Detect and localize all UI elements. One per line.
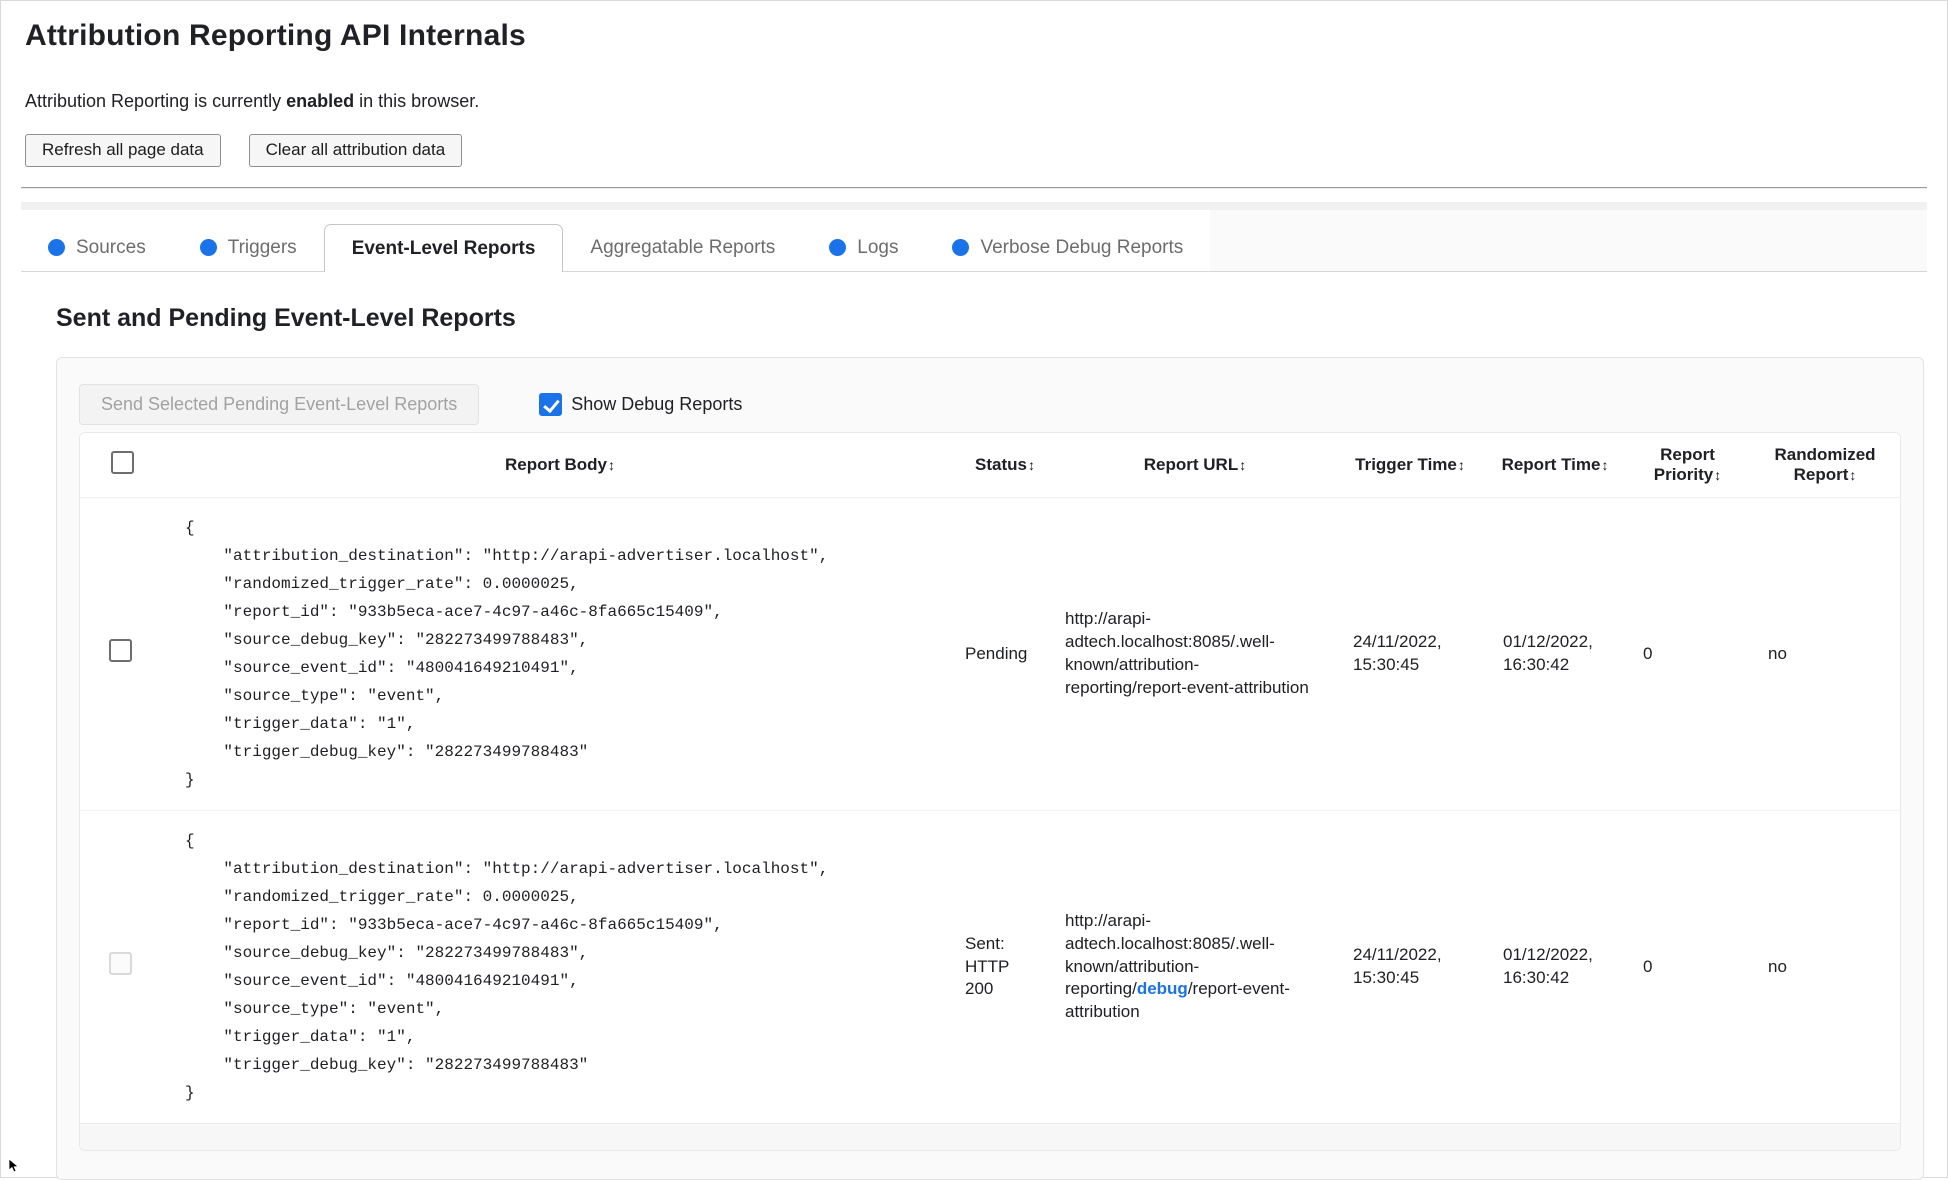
- divider: [21, 187, 1927, 189]
- sort-icon: ↕: [1027, 457, 1035, 473]
- column-header-report-body[interactable]: Report Body↕: [165, 433, 955, 498]
- tab-aggregatable-reports[interactable]: Aggregatable Reports: [563, 224, 802, 271]
- tab-strip-filler: [1210, 210, 1927, 271]
- reports-table: Report Body↕ Status↕ Report URL↕ Trigger…: [80, 433, 1900, 1123]
- send-selected-reports-button[interactable]: Send Selected Pending Event-Level Report…: [79, 384, 480, 425]
- tab-verbose-debug-reports[interactable]: Verbose Debug Reports: [925, 224, 1210, 271]
- status-dot-icon: [952, 239, 970, 256]
- report-time: 01/12/2022, 16:30:42: [1503, 945, 1593, 987]
- report-body-json: { "attribution_destination": "http://ara…: [185, 519, 829, 789]
- report-url: http://arapi-adtech.localhost:8085/.well…: [1055, 497, 1335, 811]
- randomized-report: no: [1768, 956, 1787, 976]
- report-status: Sent: HTTP 200: [965, 933, 1010, 999]
- column-header-report-time[interactable]: Report Time↕: [1485, 433, 1625, 498]
- api-status-text: Attribution Reporting is currently enabl…: [25, 91, 480, 111]
- table-footer-strip: [80, 1123, 1900, 1150]
- randomized-report: no: [1750, 497, 1900, 811]
- tab-triggers[interactable]: Triggers: [173, 224, 324, 271]
- page-title: Attribution Reporting API Internals: [25, 19, 526, 52]
- panel-toolbar: Send Selected Pending Event-Level Report…: [79, 384, 1901, 425]
- show-debug-reports-toggle[interactable]: Show Debug Reports: [539, 393, 742, 416]
- debug-url-segment[interactable]: debug: [1137, 979, 1188, 998]
- status-dot-icon: [199, 239, 217, 256]
- report-priority: 0: [1625, 497, 1750, 811]
- column-header-report-url[interactable]: Report URL↕: [1055, 433, 1335, 498]
- reports-table-container: Report Body↕ Status↕ Report URL↕ Trigger…: [79, 432, 1901, 1151]
- tab-event-level-reports[interactable]: Event-Level Reports: [323, 224, 564, 272]
- report-row-sent: { "attribution_destination": "http://ara…: [80, 811, 1900, 1124]
- show-debug-label: Show Debug Reports: [571, 394, 743, 414]
- clear-all-button[interactable]: Clear all attribution data: [248, 134, 463, 167]
- status-dot-icon: [48, 239, 65, 256]
- column-header-status[interactable]: Status↕: [955, 433, 1055, 498]
- report-row-pending: { "attribution_destination": "http://ara…: [80, 497, 1900, 811]
- sort-icon: ↕: [1714, 467, 1722, 483]
- tabbox-top-edge: [21, 202, 1927, 210]
- api-status-state: enabled: [286, 91, 355, 111]
- tab-sources[interactable]: Sources: [21, 224, 173, 271]
- report-priority: 0: [1643, 956, 1653, 976]
- row-checkbox: [109, 952, 132, 976]
- row-checkbox[interactable]: [109, 639, 132, 663]
- status-dot-icon: [829, 239, 847, 256]
- report-time: 01/12/2022, 16:30:42: [1485, 497, 1625, 811]
- event-level-reports-panel: Send Selected Pending Event-Level Report…: [56, 357, 1924, 1180]
- trigger-time: 24/11/2022, 15:30:45: [1335, 497, 1485, 811]
- tab-strip: Sources Triggers Event-Level Reports Agg…: [21, 210, 1927, 272]
- table-header-row: Report Body↕ Status↕ Report URL↕ Trigger…: [80, 433, 1900, 498]
- report-status: Pending: [955, 497, 1055, 811]
- page-header: Attribution Reporting API Internals Attr…: [1, 1, 1947, 167]
- sort-icon: ↕: [1239, 457, 1247, 473]
- report-body-json: { "attribution_destination": "http://ara…: [185, 832, 829, 1102]
- top-toolbar: Refresh all page data Clear all attribut…: [25, 134, 1923, 167]
- column-header-randomized-report[interactable]: Randomized Report↕: [1750, 433, 1900, 498]
- sort-icon: ↕: [1601, 457, 1609, 473]
- sort-icon: ↕: [1457, 457, 1465, 473]
- section-heading: Sent and Pending Event-Level Reports: [56, 304, 516, 332]
- column-header-report-priority[interactable]: Report Priority↕: [1625, 433, 1750, 498]
- sort-icon: ↕: [608, 457, 615, 473]
- refresh-all-button[interactable]: Refresh all page data: [25, 134, 221, 167]
- mouse-cursor-icon: [8, 1158, 20, 1173]
- tab-logs[interactable]: Logs: [802, 224, 925, 271]
- show-debug-checkbox[interactable]: [539, 393, 563, 416]
- trigger-time: 24/11/2022, 15:30:45: [1353, 945, 1442, 987]
- report-url: http://arapi-adtech.localhost:8085/.well…: [1065, 910, 1290, 1022]
- sort-icon: ↕: [1849, 467, 1857, 483]
- column-header-trigger-time[interactable]: Trigger Time↕: [1335, 433, 1485, 498]
- select-all-checkbox[interactable]: [111, 451, 134, 474]
